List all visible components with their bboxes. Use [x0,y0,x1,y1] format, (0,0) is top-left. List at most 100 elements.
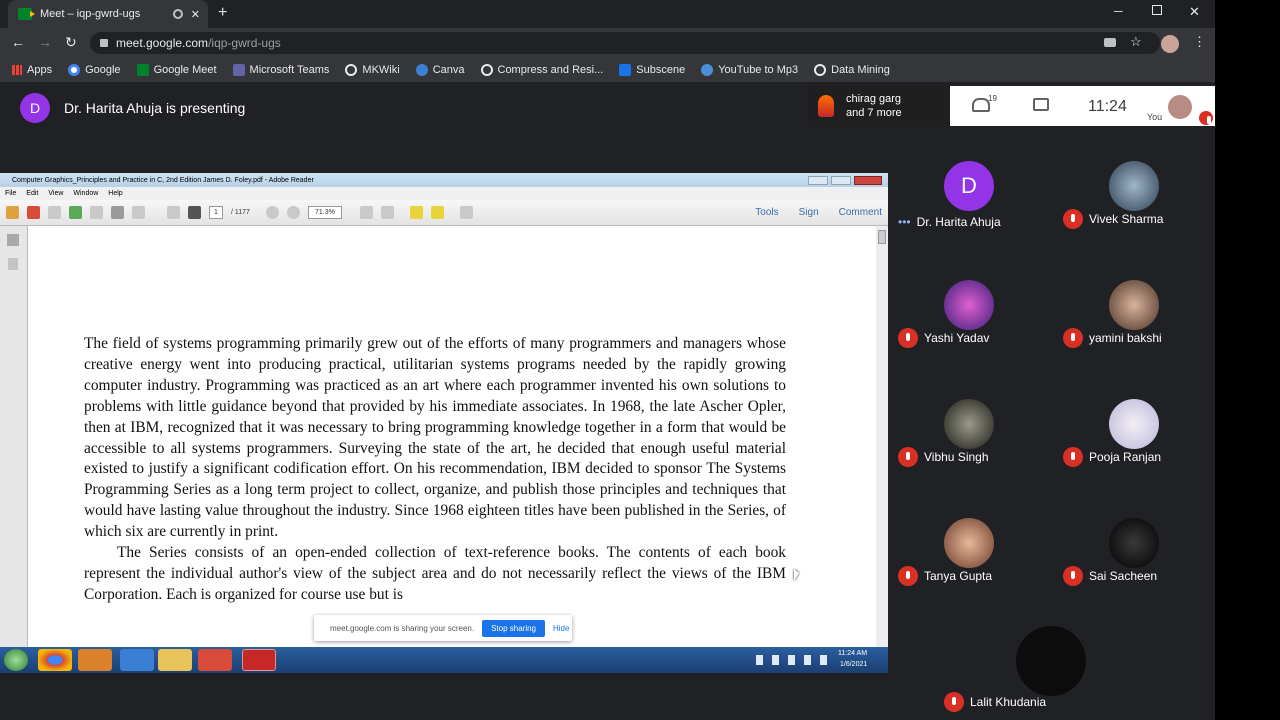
bookmark-google[interactable]: Google [68,64,121,76]
mic-off-icon [1063,566,1083,586]
participant-tile[interactable]: yamini bakshi [1053,245,1215,362]
forward-icon[interactable]: → [38,34,52,50]
participant-tile[interactable]: Tanya Gupta [888,483,1050,600]
adobe-minimize-icon[interactable] [808,175,828,185]
participant-tile[interactable]: Pooja Ranjan [1053,364,1215,481]
participant-tile[interactable]: Yashi Yadav [888,245,1050,362]
hide-button[interactable]: Hide [553,624,569,633]
participant-tile[interactable]: D ••• Dr. Harita Ahuja [888,126,1050,243]
bookmark-canva[interactable]: Canva [415,64,465,76]
bookmark-star-icon[interactable]: ☆ [1130,34,1142,50]
presenter-avatar: D [20,93,50,123]
participant-avatar: D [944,161,994,211]
media-player-taskbar-icon[interactable] [78,649,112,671]
chat-notification[interactable]: chirag garg and 7 more [808,86,950,126]
zoom-out-icon[interactable] [265,206,279,219]
print-icon[interactable] [111,206,124,219]
save-icon[interactable] [90,206,103,219]
participant-label: yamini bakshi [1063,328,1162,348]
zoom-field[interactable]: 71.3% [307,206,342,219]
comment-bubble-icon[interactable] [409,206,423,219]
meet-icon [136,64,149,76]
participant-tile[interactable]: Lalit Khudania [934,602,1169,720]
page-thumbnails-icon[interactable] [7,234,19,246]
highlight-icon[interactable] [430,206,444,219]
close-window-icon[interactable]: ✕ [1189,4,1200,20]
adobe-taskbar-icon[interactable] [242,649,276,671]
sign-button[interactable]: Sign [799,207,819,218]
create-icon[interactable] [6,206,19,219]
participant-name: Vibhu Singh [924,450,989,464]
adobe-close-icon[interactable] [854,175,882,185]
comment-button[interactable]: Comment [839,207,882,218]
adobe-scrollbar[interactable] [876,226,888,647]
bookmark-subscene[interactable]: Subscene [619,64,685,76]
screen-share-banner: meet.google.com is sharing your screen. … [314,615,572,641]
minimize-icon[interactable]: ─ [1114,4,1123,18]
menu-window[interactable]: Window [73,190,98,197]
bookmark-youtube-mp3[interactable]: YouTube to Mp3 [701,64,798,76]
explorer-taskbar-icon[interactable] [158,649,192,671]
app-taskbar-icon[interactable] [198,649,232,671]
self-avatar[interactable] [1168,95,1192,119]
participant-tile[interactable]: Vibhu Singh [888,364,1050,481]
globe-icon [814,64,827,76]
stop-sharing-button[interactable]: Stop sharing [482,619,545,637]
back-icon[interactable]: ← [11,34,25,50]
participant-name: Dr. Harita Ahuja [916,215,1001,229]
page-up-icon[interactable] [167,206,180,219]
tools-button[interactable]: Tools [755,207,778,218]
browser-tab[interactable]: Meet – iqp-gwrd-ugs ✕ [8,0,208,28]
participant-avatar [1016,626,1086,696]
participant-tile[interactable]: Vivek Sharma [1053,126,1215,243]
edit-icon[interactable] [48,206,61,219]
globe-icon [345,64,358,76]
ie-taskbar-icon[interactable] [120,649,154,671]
bookmark-microsoft-teams[interactable]: Microsoft Teams [232,64,329,76]
attachment-icon[interactable] [8,258,18,270]
share-icon[interactable] [69,206,82,219]
zoom-in-icon[interactable] [286,206,300,219]
adobe-maximize-icon[interactable] [831,175,851,185]
bookmark-data-mining[interactable]: Data Mining [814,64,890,76]
fit-width-icon[interactable] [380,206,394,219]
camera-indicator-icon[interactable] [1104,38,1116,47]
tab-title: Meet – iqp-gwrd-ugs [40,8,141,20]
open-icon[interactable] [27,206,40,219]
page-down-icon[interactable] [188,206,201,219]
bookmark-mkwiki[interactable]: MKWiki [345,64,400,76]
new-tab-icon[interactable]: + [218,4,227,22]
bookmark-google-meet[interactable]: Google Meet [136,64,217,76]
chat-icon[interactable] [1033,98,1049,111]
mic-off-icon [898,447,918,467]
letterbox-right [1215,0,1280,720]
participant-tile[interactable]: Sai Sacheen [1053,483,1215,600]
menu-help[interactable]: Help [108,190,122,197]
url-path: /iqp-gwrd-ugs [208,36,281,50]
reload-icon[interactable]: ↻ [65,34,77,51]
menu-view[interactable]: View [48,190,63,197]
start-button[interactable] [4,649,28,671]
fullscreen-icon[interactable] [459,206,473,219]
self-mic-off-icon[interactable] [1199,111,1213,125]
scroll-thumb[interactable] [878,230,886,244]
menu-edit[interactable]: Edit [26,190,38,197]
profile-avatar[interactable] [1161,35,1179,53]
email-icon[interactable] [132,206,145,219]
maximize-icon[interactable] [1152,5,1162,15]
bookmark-label: Google [85,64,121,76]
participant-count: 19 [988,94,997,103]
address-bar[interactable]: meet.google.com/iqp-gwrd-ugs [90,32,1160,54]
meet-favicon-icon [18,8,35,20]
mic-off-icon [1063,447,1083,467]
browser-menu-icon[interactable]: ⋮ [1193,34,1206,50]
bookmark-compress[interactable]: Compress and Resi... [480,64,603,76]
page-number-field[interactable]: 1 [209,206,223,219]
participant-label: Tanya Gupta [898,566,992,586]
chrome-taskbar-icon[interactable] [38,649,72,671]
bookmark-apps[interactable]: Apps [12,64,52,76]
tab-close-icon[interactable]: ✕ [191,8,200,21]
menu-file[interactable]: File [5,190,16,197]
tray-icons[interactable] [756,655,830,665]
fit-page-icon[interactable] [359,206,373,219]
